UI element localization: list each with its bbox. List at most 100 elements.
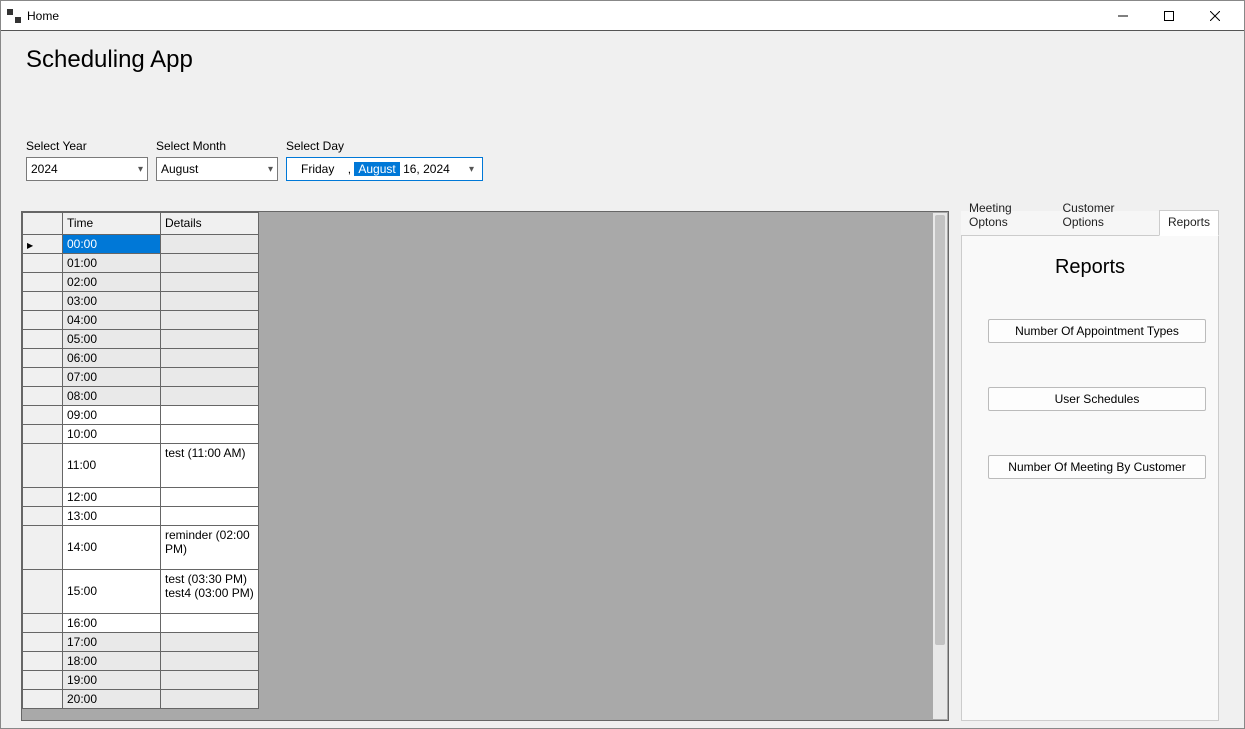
row-selector[interactable] — [23, 614, 63, 633]
number-of-meeting-by-customer-button[interactable]: Number Of Meeting By Customer — [988, 455, 1206, 479]
details-cell[interactable] — [161, 507, 259, 526]
schedule-table[interactable]: TimeDetails00:0001:0002:0003:0004:0005:0… — [22, 212, 259, 709]
time-cell[interactable]: 15:00 — [63, 570, 161, 614]
details-cell[interactable] — [161, 633, 259, 652]
time-cell[interactable]: 11:00 — [63, 444, 161, 488]
table-row[interactable]: 08:00 — [23, 387, 259, 406]
time-cell[interactable]: 07:00 — [63, 368, 161, 387]
table-row[interactable]: 04:00 — [23, 311, 259, 330]
details-cell[interactable] — [161, 235, 259, 254]
details-cell[interactable] — [161, 330, 259, 349]
table-row[interactable]: 19:00 — [23, 671, 259, 690]
row-selector[interactable] — [23, 444, 63, 488]
table-row[interactable]: 14:00reminder (02:00 PM) — [23, 526, 259, 570]
row-selector[interactable] — [23, 368, 63, 387]
tab-meeting-optons[interactable]: Meeting Optons — [961, 197, 1055, 235]
time-cell[interactable]: 06:00 — [63, 349, 161, 368]
row-selector[interactable] — [23, 273, 63, 292]
row-selector[interactable] — [23, 387, 63, 406]
time-cell[interactable]: 13:00 — [63, 507, 161, 526]
scrollbar-thumb[interactable] — [935, 215, 945, 645]
table-row[interactable]: 12:00 — [23, 488, 259, 507]
time-cell[interactable]: 20:00 — [63, 690, 161, 709]
time-cell[interactable]: 19:00 — [63, 671, 161, 690]
time-cell[interactable]: 05:00 — [63, 330, 161, 349]
table-row[interactable]: 18:00 — [23, 652, 259, 671]
details-cell[interactable]: reminder (02:00 PM) — [161, 526, 259, 570]
time-cell[interactable]: 09:00 — [63, 406, 161, 425]
details-cell[interactable]: test (03:30 PM) test4 (03:00 PM) — [161, 570, 259, 614]
maximize-button[interactable] — [1146, 1, 1192, 30]
time-cell[interactable]: 18:00 — [63, 652, 161, 671]
row-header-col[interactable] — [23, 213, 63, 235]
time-cell[interactable]: 01:00 — [63, 254, 161, 273]
row-selector[interactable] — [23, 633, 63, 652]
table-row[interactable]: 15:00test (03:30 PM) test4 (03:00 PM) — [23, 570, 259, 614]
details-cell[interactable] — [161, 311, 259, 330]
row-selector[interactable] — [23, 690, 63, 709]
table-row[interactable]: 01:00 — [23, 254, 259, 273]
table-row[interactable]: 00:00 — [23, 235, 259, 254]
details-cell[interactable] — [161, 671, 259, 690]
row-selector[interactable] — [23, 349, 63, 368]
row-selector[interactable] — [23, 507, 63, 526]
table-row[interactable]: 07:00 — [23, 368, 259, 387]
table-row[interactable]: 20:00 — [23, 690, 259, 709]
time-cell[interactable]: 14:00 — [63, 526, 161, 570]
time-cell[interactable]: 12:00 — [63, 488, 161, 507]
details-cell[interactable] — [161, 652, 259, 671]
close-button[interactable] — [1192, 1, 1238, 30]
row-selector[interactable] — [23, 526, 63, 570]
details-cell[interactable] — [161, 349, 259, 368]
details-cell[interactable] — [161, 368, 259, 387]
row-selector[interactable] — [23, 311, 63, 330]
time-cell[interactable]: 00:00 — [63, 235, 161, 254]
table-row[interactable]: 03:00 — [23, 292, 259, 311]
table-row[interactable]: 16:00 — [23, 614, 259, 633]
time-cell[interactable]: 02:00 — [63, 273, 161, 292]
row-selector[interactable] — [23, 235, 63, 254]
tab-reports[interactable]: Reports — [1159, 210, 1219, 236]
table-row[interactable]: 05:00 — [23, 330, 259, 349]
details-cell[interactable] — [161, 406, 259, 425]
tab-customer-options[interactable]: Customer Options — [1055, 197, 1159, 235]
details-cell[interactable] — [161, 387, 259, 406]
table-row[interactable]: 10:00 — [23, 425, 259, 444]
year-select[interactable]: 2024 ▾ — [26, 157, 148, 181]
table-row[interactable]: 09:00 — [23, 406, 259, 425]
row-selector[interactable] — [23, 406, 63, 425]
time-header[interactable]: Time — [63, 213, 161, 235]
details-cell[interactable] — [161, 425, 259, 444]
details-cell[interactable]: test (11:00 AM) — [161, 444, 259, 488]
time-cell[interactable]: 10:00 — [63, 425, 161, 444]
row-selector[interactable] — [23, 570, 63, 614]
row-selector[interactable] — [23, 425, 63, 444]
details-cell[interactable] — [161, 488, 259, 507]
row-selector[interactable] — [23, 292, 63, 311]
details-cell[interactable] — [161, 690, 259, 709]
details-cell[interactable] — [161, 292, 259, 311]
details-cell[interactable] — [161, 273, 259, 292]
row-selector[interactable] — [23, 330, 63, 349]
user-schedules-button[interactable]: User Schedules — [988, 387, 1206, 411]
month-select[interactable]: August ▾ — [156, 157, 278, 181]
day-picker[interactable]: Friday , August 16, 2024 ▾ — [286, 157, 483, 181]
details-header[interactable]: Details — [161, 213, 259, 235]
table-row[interactable]: 06:00 — [23, 349, 259, 368]
time-cell[interactable]: 16:00 — [63, 614, 161, 633]
number-of-appointment-types-button[interactable]: Number Of Appointment Types — [988, 319, 1206, 343]
row-selector[interactable] — [23, 488, 63, 507]
row-selector[interactable] — [23, 254, 63, 273]
scrollbar[interactable] — [933, 213, 947, 719]
time-cell[interactable]: 17:00 — [63, 633, 161, 652]
table-row[interactable]: 11:00test (11:00 AM) — [23, 444, 259, 488]
time-cell[interactable]: 03:00 — [63, 292, 161, 311]
table-row[interactable]: 13:00 — [23, 507, 259, 526]
minimize-button[interactable] — [1100, 1, 1146, 30]
row-selector[interactable] — [23, 671, 63, 690]
row-selector[interactable] — [23, 652, 63, 671]
time-cell[interactable]: 08:00 — [63, 387, 161, 406]
details-cell[interactable] — [161, 254, 259, 273]
details-cell[interactable] — [161, 614, 259, 633]
table-row[interactable]: 02:00 — [23, 273, 259, 292]
